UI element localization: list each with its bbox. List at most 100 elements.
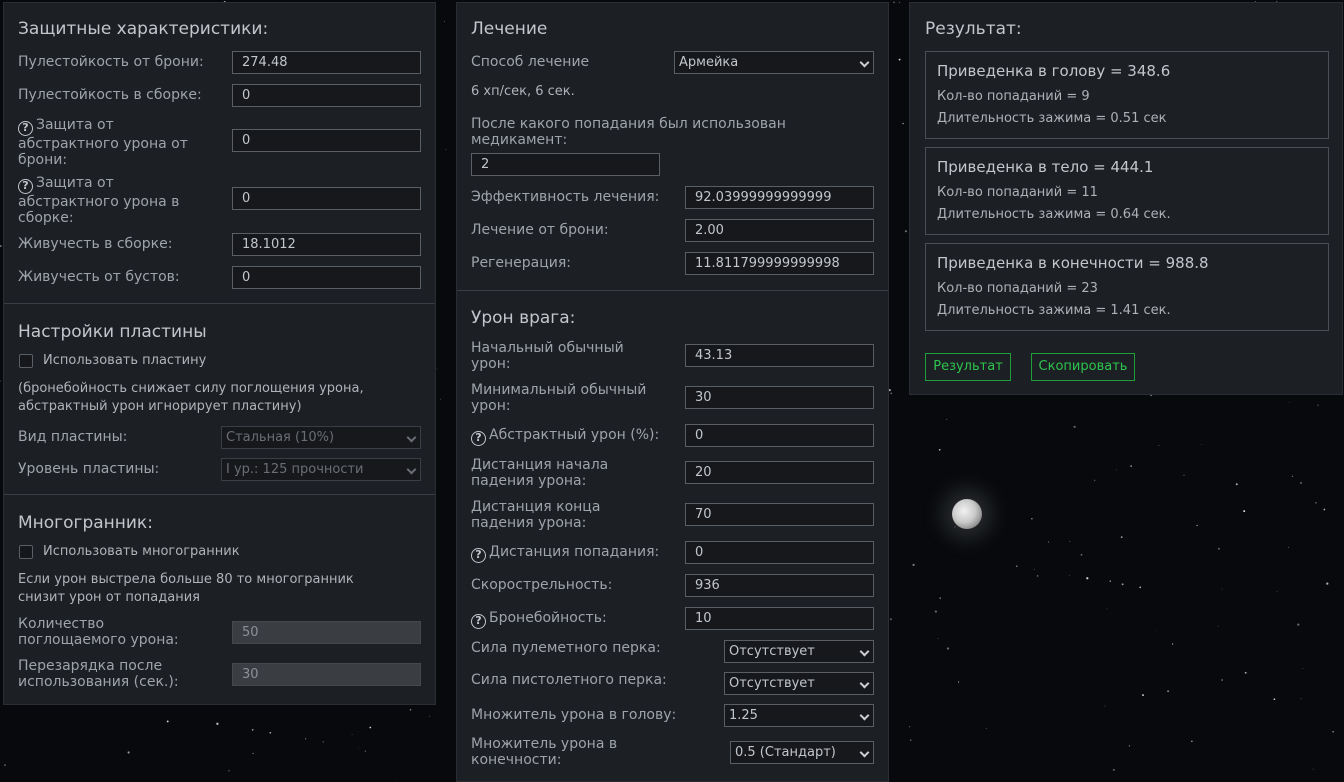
polyhedron-note: Если урон выстрела больше 80 то многогра… — [18, 572, 354, 605]
healing-panel: Лечение Способ лечение Армейка 6 хп/сек,… — [456, 2, 889, 782]
head-mult-label: Множитель урона в голову: — [471, 707, 677, 723]
star — [445, 149, 447, 151]
star — [1130, 465, 1132, 467]
falloff-end-input[interactable] — [685, 503, 874, 526]
defense-title: Защитные характеристики: — [18, 19, 269, 39]
after-hit-input[interactable] — [471, 153, 660, 176]
boost-vitality-input[interactable] — [232, 266, 421, 289]
result-panel: Результат: Приведенка в голову = 348.6 К… — [909, 2, 1343, 395]
plate-type-select[interactable]: Стальная (10%) — [221, 426, 421, 449]
star — [1300, 482, 1302, 484]
cooldown-input[interactable] — [232, 663, 421, 686]
star — [1201, 444, 1203, 445]
absorb-input[interactable] — [232, 621, 421, 644]
star — [1120, 536, 1123, 538]
star — [1221, 588, 1223, 590]
build-abstract-protect-label: ? Защита от абстрактного урона в сборке: — [18, 175, 180, 226]
star — [1191, 740, 1193, 742]
armor-abstract-protect-input[interactable] — [232, 129, 421, 152]
copy-button[interactable]: Скопировать — [1031, 353, 1135, 381]
regen-input[interactable] — [685, 252, 874, 275]
star — [364, 750, 367, 752]
head-mult-select[interactable]: 1.25 — [724, 704, 874, 727]
result-title: Результат: — [925, 19, 1022, 39]
star — [1243, 510, 1246, 513]
mg-perk-select[interactable]: Отсутствует — [724, 640, 874, 663]
efficiency-input[interactable] — [685, 186, 874, 209]
body-hits: Кол-во попаданий = 11 — [937, 185, 1098, 200]
falloff-start-input[interactable] — [685, 461, 874, 484]
mg-perk-label: Сила пулеметного перка: — [471, 640, 661, 656]
plate-type-label: Вид пластины: — [18, 429, 128, 445]
base-damage-input[interactable] — [685, 344, 874, 367]
limb-mult-select[interactable]: 0.5 (Стандарт) — [730, 741, 874, 764]
star — [429, 715, 431, 717]
regen-label: Регенерация: — [471, 255, 572, 271]
chevron-down-icon — [859, 710, 870, 721]
star — [938, 448, 941, 451]
hit-distance-input[interactable] — [685, 541, 874, 564]
body-result-title: Приведенка в тело = 444.1 — [937, 158, 1154, 176]
head-hits: Кол-во попаданий = 9 — [937, 89, 1090, 104]
star — [351, 734, 353, 736]
star — [304, 738, 307, 740]
absorb-label: Количество поглощаемого урона: — [18, 616, 179, 648]
star — [216, 722, 219, 725]
section-divider — [4, 494, 435, 495]
build-bullet-resist-input[interactable] — [232, 84, 421, 107]
build-vitality-input[interactable] — [232, 233, 421, 256]
efficiency-label: Эффективность лечения: — [471, 189, 660, 205]
limbs-hold: Длительность зажима = 1.41 сек. — [937, 303, 1171, 318]
chevron-down-icon — [859, 678, 870, 689]
healing-method-select[interactable]: Армейка — [674, 51, 874, 74]
star — [166, 720, 169, 723]
min-damage-input[interactable] — [685, 386, 874, 409]
abstract-pct-input[interactable] — [685, 424, 874, 447]
use-plate-checkbox[interactable] — [19, 354, 33, 368]
use-polyhedron-checkbox[interactable] — [19, 545, 33, 559]
armor-bullet-resist-input[interactable] — [232, 51, 421, 74]
star — [1273, 698, 1276, 701]
star — [946, 418, 948, 420]
help-icon[interactable]: ? — [471, 548, 486, 563]
armor-heal-input[interactable] — [685, 219, 874, 242]
star — [1221, 679, 1223, 681]
after-hit-label: После какого попадания был использован ме… — [471, 116, 786, 148]
star — [1016, 565, 1018, 567]
fire-rate-input[interactable] — [685, 574, 874, 597]
star — [252, 752, 254, 754]
plate-title: Настройки пластины — [18, 322, 207, 342]
penetration-label: ? Бронебойность: — [471, 610, 607, 629]
healing-method-label: Способ лечение — [471, 54, 590, 70]
star — [1217, 625, 1219, 627]
star — [1139, 586, 1142, 589]
body-hold: Длительность зажима = 0.64 сек. — [937, 207, 1171, 222]
help-icon[interactable]: ? — [471, 431, 486, 446]
chevron-down-icon — [406, 464, 417, 475]
build-abstract-protect-input[interactable] — [232, 187, 421, 210]
enemy-title: Урон врага: — [471, 308, 576, 328]
min-damage-label: Минимальный обычный урон: — [471, 382, 647, 414]
armor-abstract-protect-label: ? Защита от абстрактного урона от брони: — [18, 117, 188, 168]
plate-level-select[interactable]: I ур.: 125 прочности — [221, 458, 421, 481]
star — [1235, 483, 1238, 486]
help-icon[interactable]: ? — [471, 614, 486, 629]
star — [1287, 546, 1289, 548]
pistol-perk-select[interactable]: Отсутствует — [724, 672, 874, 695]
star — [1297, 623, 1300, 626]
chevron-down-icon — [859, 646, 870, 657]
star — [1086, 577, 1089, 580]
polyhedron-title: Многогранник: — [18, 513, 153, 533]
penetration-input[interactable] — [685, 607, 874, 630]
star — [436, 368, 438, 370]
star — [937, 638, 939, 639]
star — [912, 563, 915, 567]
star — [902, 122, 904, 125]
help-icon[interactable]: ? — [18, 121, 33, 136]
result-button[interactable]: Результат — [925, 353, 1011, 381]
help-icon[interactable]: ? — [18, 179, 33, 194]
star — [1171, 643, 1174, 645]
star — [1031, 517, 1033, 520]
falloff-start-label: Дистанция начала падения урона: — [471, 457, 609, 489]
star — [889, 618, 892, 621]
